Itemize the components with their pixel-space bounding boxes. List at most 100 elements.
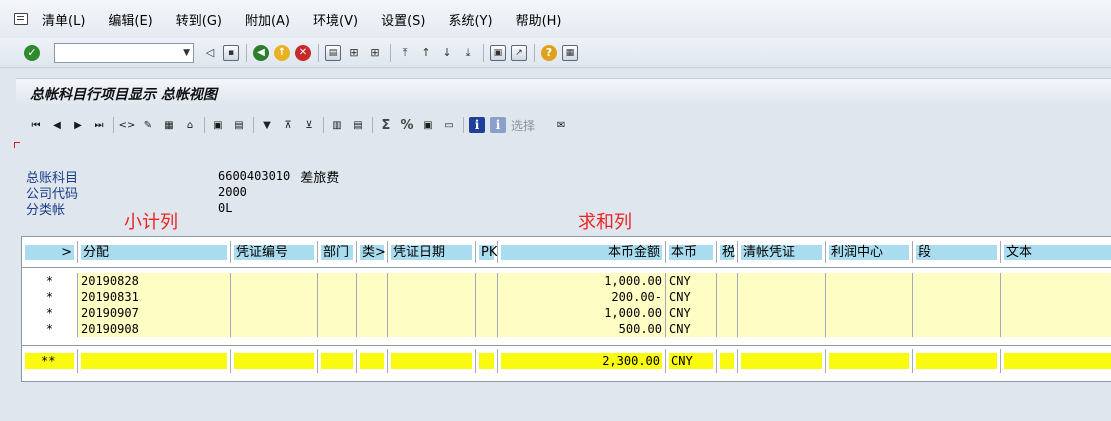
change-icon[interactable]: ✎ bbox=[140, 117, 156, 133]
currency-cell[interactable]: CNY bbox=[669, 321, 691, 337]
total-cell bbox=[78, 349, 231, 373]
export-icon[interactable]: ▣ bbox=[420, 117, 436, 133]
amount-cell[interactable]: 1,000.00 bbox=[604, 273, 662, 289]
column-header[interactable]: 分配 bbox=[78, 241, 231, 263]
dropdown-arrow-icon[interactable]: ▼ bbox=[183, 48, 190, 58]
header-divider bbox=[22, 267, 1111, 268]
column-header[interactable]: 税 bbox=[717, 241, 738, 263]
total-currency[interactable]: CNY bbox=[666, 349, 717, 373]
amount-cell[interactable]: 1,000.00 bbox=[604, 305, 662, 321]
info-icon[interactable]: i bbox=[469, 117, 485, 133]
column-selector[interactable]: > bbox=[22, 241, 78, 263]
page-title: 总帐科目行项目显示 总帐视图 bbox=[30, 86, 217, 103]
last-row-icon[interactable]: ⏭ bbox=[91, 117, 107, 133]
clearing-document-column bbox=[738, 273, 826, 337]
create-session-icon[interactable]: ▣ bbox=[490, 44, 506, 61]
choose-layout-icon[interactable]: ▥ bbox=[329, 117, 345, 133]
column-header[interactable]: 利润中心 bbox=[826, 241, 913, 263]
standard-toolbar: ✓ ▼ ◁ ▪ ◀ ↑ ✕ ▤ ⊞ ⊞ ⤒ ↑ ↓ ⤓ ▣ ↗ ? ▦ bbox=[0, 38, 1111, 68]
assignment-cell[interactable]: 20190828 bbox=[81, 273, 139, 289]
display-document-icon[interactable]: <> bbox=[119, 117, 136, 133]
amount-cell[interactable]: 200.00- bbox=[611, 289, 662, 305]
mass-change-icon[interactable]: ▦ bbox=[161, 117, 177, 133]
subtotal-icon[interactable]: % bbox=[399, 117, 415, 133]
column-header[interactable]: 类> bbox=[357, 241, 388, 263]
menu-goto[interactable]: 转到(G) bbox=[176, 10, 222, 29]
find-next-icon[interactable]: ⊞ bbox=[367, 45, 383, 61]
column-header[interactable]: PK bbox=[476, 241, 498, 263]
find-icon[interactable]: ⊞ bbox=[346, 45, 362, 61]
assignment-cell[interactable]: 20190831 bbox=[81, 289, 139, 305]
column-header[interactable]: 凭证日期 bbox=[388, 241, 476, 263]
total-amount[interactable]: 2,300.00 bbox=[498, 349, 666, 373]
marker-column: * * * * bbox=[22, 273, 78, 337]
exit-icon[interactable]: ↑ bbox=[274, 44, 290, 61]
assignment-cell[interactable]: 20190908 bbox=[81, 321, 139, 337]
sum-icon[interactable]: Σ bbox=[378, 117, 394, 133]
total-cell bbox=[476, 349, 498, 373]
first-row-icon[interactable]: ⏮ bbox=[28, 117, 44, 133]
column-header[interactable]: 段 bbox=[913, 241, 1001, 263]
menu-help[interactable]: 帮助(H) bbox=[516, 10, 562, 29]
details-icon[interactable]: ▤ bbox=[231, 117, 247, 133]
currency-cell[interactable]: CNY bbox=[669, 289, 691, 305]
save-layout-icon[interactable]: ▤ bbox=[350, 117, 366, 133]
profit-center-column bbox=[826, 273, 913, 337]
total-row: ** 2,300.00 CNY bbox=[22, 349, 1111, 373]
save-icon[interactable]: ▪ bbox=[223, 44, 239, 61]
document-icon[interactable]: ▣ bbox=[210, 117, 226, 133]
column-header[interactable]: 本币 bbox=[666, 241, 717, 263]
window-menu-icon[interactable] bbox=[14, 13, 28, 25]
prev-row-icon[interactable]: ◀ bbox=[49, 117, 65, 133]
customize-icon[interactable]: ▦ bbox=[562, 44, 578, 61]
column-header[interactable]: 清帐凭证 bbox=[738, 241, 826, 263]
currency-cell[interactable]: CNY bbox=[669, 305, 691, 321]
column-header[interactable]: 部门 bbox=[318, 241, 357, 263]
toolbar-separator bbox=[463, 117, 464, 133]
toolbar-separator bbox=[534, 43, 535, 62]
command-field[interactable]: ▼ bbox=[54, 42, 194, 63]
first-page-icon[interactable]: ⤒ bbox=[397, 45, 413, 61]
cancel-icon[interactable]: ✕ bbox=[295, 44, 311, 61]
assignment-column: 20190828 20190831 20190907 20190908 bbox=[78, 273, 231, 337]
total-divider bbox=[22, 345, 1111, 346]
select-button-label: 选择 bbox=[511, 118, 536, 133]
note-icon[interactable]: ✉ bbox=[553, 117, 569, 133]
assignment-cell[interactable]: 20190907 bbox=[81, 305, 139, 321]
column-header[interactable]: 文本 bbox=[1001, 241, 1111, 263]
total-cell bbox=[231, 349, 318, 373]
sort-descending-icon[interactable]: ⊻ bbox=[301, 117, 317, 133]
last-page-icon[interactable]: ⤓ bbox=[460, 45, 476, 61]
menu-edit[interactable]: 编辑(E) bbox=[108, 10, 152, 29]
help-icon[interactable]: ? bbox=[541, 44, 557, 61]
next-page-icon[interactable]: ↓ bbox=[439, 45, 455, 61]
cursor-marker bbox=[14, 142, 20, 148]
menu-environment[interactable]: 环境(V) bbox=[313, 10, 358, 29]
enter-icon[interactable]: ✓ bbox=[24, 44, 40, 61]
print-icon[interactable]: ▤ bbox=[325, 44, 341, 61]
print-preview-icon[interactable]: ▭ bbox=[441, 117, 457, 133]
back-icon[interactable]: ◁ bbox=[202, 45, 218, 61]
prev-page-icon[interactable]: ↑ bbox=[418, 45, 434, 61]
currency-cell[interactable]: CNY bbox=[669, 273, 691, 289]
ledger-label: 分类帐 bbox=[26, 202, 66, 218]
menu-list[interactable]: 清单(L) bbox=[42, 10, 85, 29]
total-cell bbox=[318, 349, 357, 373]
shortcut-icon[interactable]: ↗ bbox=[511, 44, 527, 61]
toolbar-separator bbox=[204, 117, 205, 133]
back-green-icon[interactable]: ◀ bbox=[253, 44, 269, 61]
amount-cell[interactable]: 500.00 bbox=[619, 321, 662, 337]
column-header[interactable]: 本币金额 bbox=[498, 241, 666, 263]
filter-icon[interactable]: ▼ bbox=[259, 117, 275, 133]
reverse-icon[interactable]: ⌂ bbox=[182, 117, 198, 133]
toolbar-separator bbox=[318, 43, 319, 62]
menu-extras[interactable]: 附加(A) bbox=[245, 10, 290, 29]
sort-ascending-icon[interactable]: ⊼ bbox=[280, 117, 296, 133]
column-header[interactable]: 凭证编号 bbox=[231, 241, 318, 263]
row-marker: * bbox=[45, 274, 54, 288]
menu-settings[interactable]: 设置(S) bbox=[381, 10, 425, 29]
grid-header-row: > 分配 凭证编号 部门 类> 凭证日期 PK 本币金额 本币 税 清帐凭证 利… bbox=[22, 241, 1111, 263]
next-row-icon[interactable]: ▶ bbox=[70, 117, 86, 133]
menu-system[interactable]: 系统(Y) bbox=[448, 10, 492, 29]
total-cell bbox=[913, 349, 1001, 373]
